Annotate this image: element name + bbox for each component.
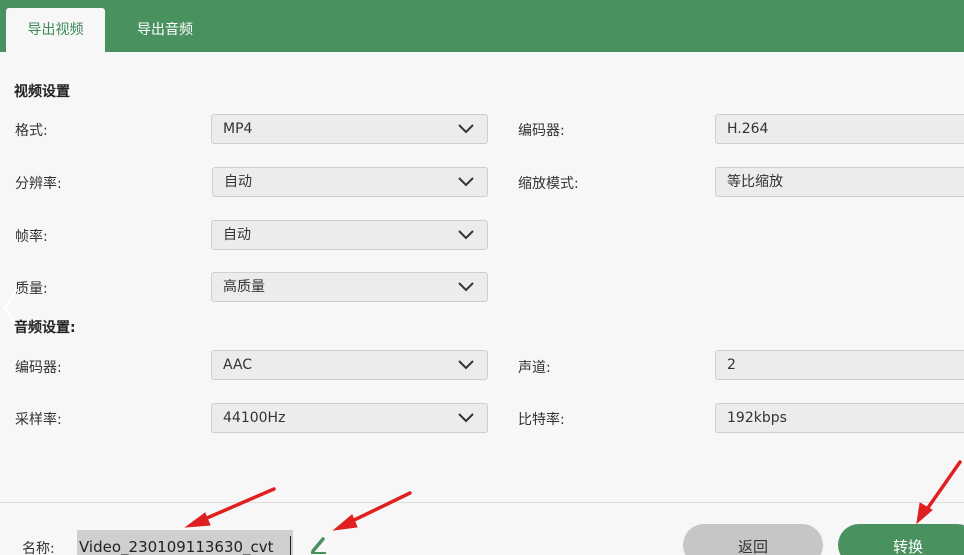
tab-bar: 导出视频 导出音频 [0, 0, 964, 52]
frame-rate-value: 自动 [223, 227, 251, 243]
channel-value: 2 [727, 357, 736, 373]
back-button[interactable]: 返回 [683, 524, 823, 555]
bitrate-field[interactable]: 192kbps [715, 403, 964, 433]
format-value: MP4 [223, 121, 253, 137]
chevron-down-icon [458, 177, 474, 187]
audio-settings-title: 音频设置: [14, 320, 76, 336]
resolution-value: 自动 [224, 174, 252, 190]
quality-select[interactable]: 高质量 [211, 272, 488, 302]
frame-rate-label: 帧率: [15, 229, 48, 245]
video-encoder-label: 编码器: [518, 123, 565, 139]
channel-label: 声道: [518, 360, 551, 376]
sample-rate-value: 44100Hz [223, 410, 286, 426]
tab-export-audio[interactable]: 导出音频 [115, 8, 215, 52]
tab-export-video[interactable]: 导出视频 [6, 8, 105, 52]
convert-button[interactable]: 转换 [838, 524, 964, 555]
name-label: 名称: [22, 541, 55, 555]
sample-rate-select[interactable]: 44100Hz [211, 403, 488, 433]
frame-rate-select[interactable]: 自动 [211, 220, 488, 250]
resolution-label: 分辨率: [15, 176, 62, 192]
footer-divider [0, 502, 964, 503]
zoom-mode-label: 缩放模式: [518, 176, 579, 192]
video-settings-title: 视频设置 [14, 84, 70, 100]
format-select[interactable]: MP4 [211, 114, 488, 144]
chevron-down-icon [458, 360, 474, 370]
sample-rate-label: 采样率: [15, 412, 62, 428]
chevron-down-icon [458, 124, 474, 134]
chevron-down-icon [458, 282, 474, 292]
name-input[interactable]: Video_230109113630_cvt [77, 530, 293, 555]
bitrate-label: 比特率: [518, 412, 565, 428]
channel-field[interactable]: 2 [715, 350, 964, 380]
resolution-select[interactable]: 自动 [212, 167, 488, 197]
chevron-down-icon [458, 413, 474, 423]
quality-value: 高质量 [223, 279, 265, 295]
audio-encoder-select[interactable]: AAC [211, 350, 488, 380]
zoom-mode-select[interactable]: 等比缩放 [715, 167, 964, 197]
bitrate-value: 192kbps [727, 410, 787, 426]
audio-encoder-label: 编码器: [15, 360, 62, 376]
video-encoder-select[interactable]: H.264 [715, 114, 964, 144]
chevron-down-icon [458, 230, 474, 240]
format-label: 格式: [15, 123, 48, 139]
video-encoder-value: H.264 [727, 121, 769, 137]
audio-encoder-value: AAC [223, 357, 253, 373]
pencil-icon[interactable] [309, 532, 329, 555]
zoom-mode-value: 等比缩放 [727, 174, 783, 190]
text-caret [290, 536, 291, 555]
